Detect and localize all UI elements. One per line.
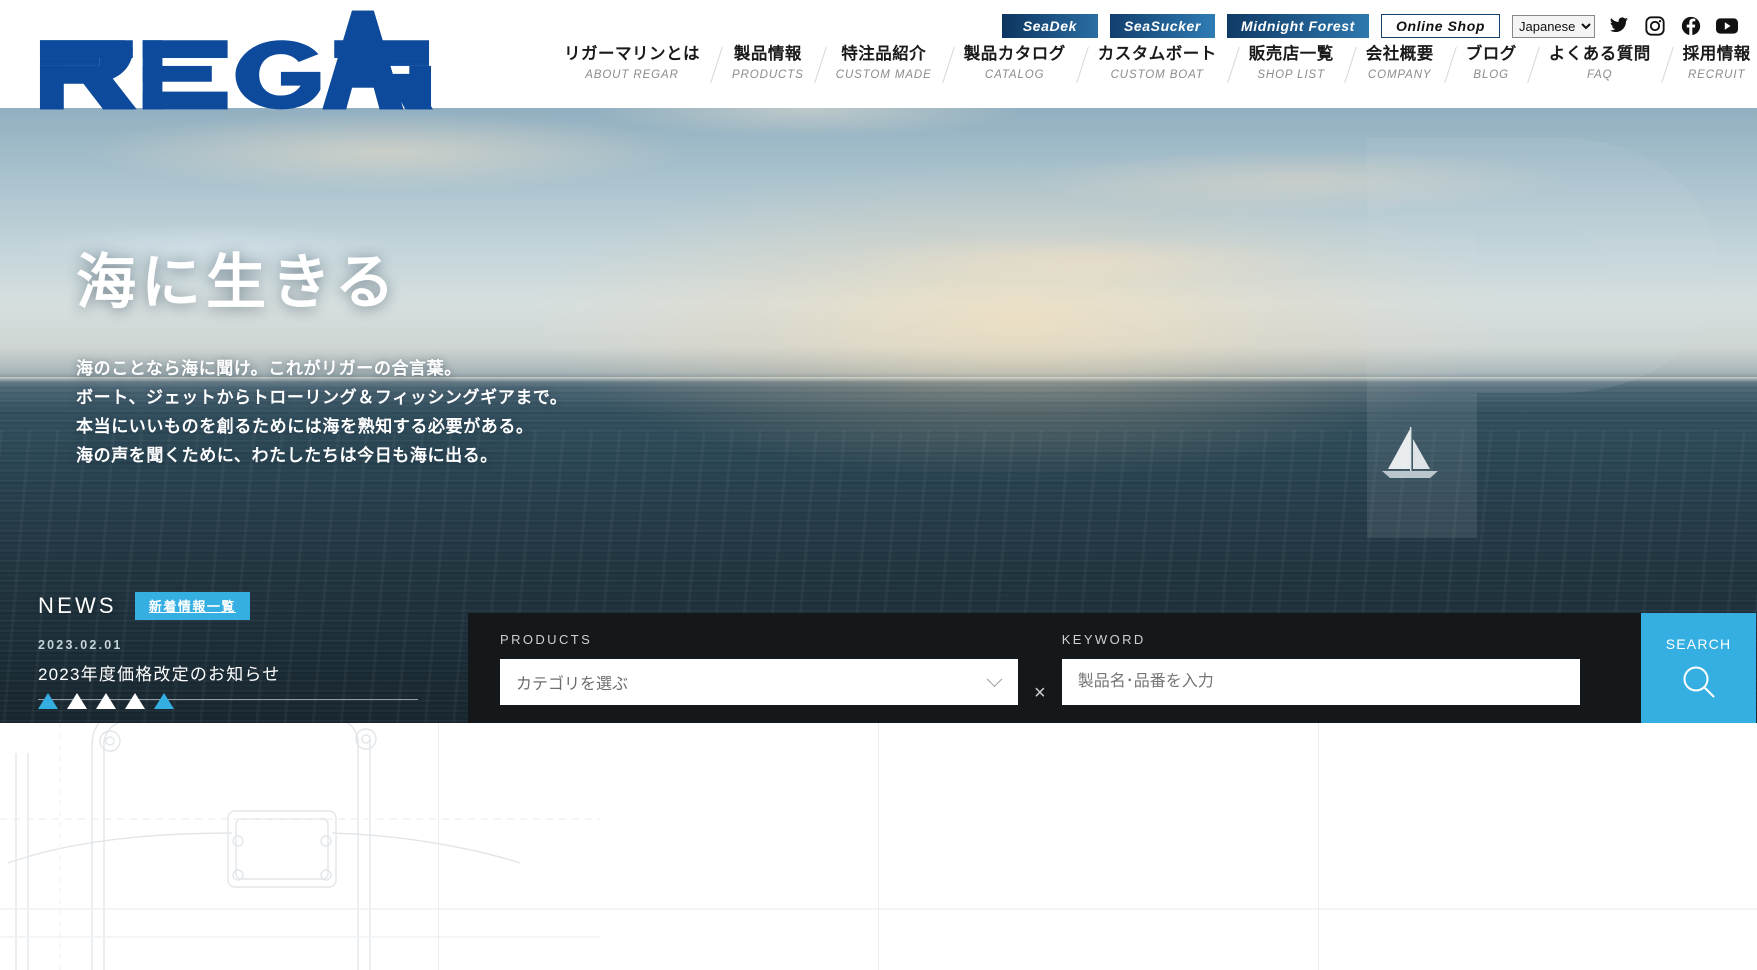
news-block: NEWS 新着情報一覧 2023.02.01 2023年度価格改定のお知らせ [38,592,428,700]
online-shop-button[interactable]: Online Shop [1380,14,1500,38]
instagram-icon[interactable] [1643,14,1667,38]
hero-line: 海の声を聞くために、わたしたちは今日も海に出る。 [76,446,498,465]
hero-copy: 海に生きる 海のことなら海に聞け。これがリガーの合言葉。 ボート、ジェットからト… [76,250,567,470]
nav-item-label-en: CUSTOM MADE [835,69,932,81]
hero-line: 本当にいいものを創るためには海を熟知する必要がある。 [76,417,534,436]
nav-item-label-en: PRODUCTS [732,69,804,81]
nav-item-label-ja: ブログ [1465,45,1517,63]
nav-item-label-en: COMPANY [1367,69,1432,81]
news-date: 2023.02.01 [38,638,123,652]
nav-item-label-en: ABOUT REGAR [585,69,679,81]
nav-item-label-ja: 特注品紹介 [841,45,927,63]
utility-bar: SeaDek SeaSucker Midnight Forest Online … [1001,13,1739,39]
main-navigation: リガーマリンとは ABOUT REGAR 製品情報 PRODUCTS 特注品紹介… [548,44,1757,82]
slider-dot[interactable] [96,693,116,709]
nav-item-custom-boat[interactable]: カスタムボート CUSTOM BOAT [1082,44,1233,82]
nav-item-recruit[interactable]: 採用情報 RECRUIT [1667,44,1757,82]
nav-item-about[interactable]: リガーマリンとは ABOUT REGAR [548,44,716,82]
nav-item-label-ja: 販売店一覧 [1248,45,1334,63]
seasucker-button[interactable]: SeaSucker [1109,14,1215,38]
nav-item-products[interactable]: 製品情報 PRODUCTS [716,44,820,82]
hero-description: 海のことなら海に聞け。これがリガーの合言葉。 ボート、ジェットからトローリング＆… [76,354,567,470]
nav-item-label-en: FAQ [1586,69,1613,81]
youtube-icon[interactable] [1715,14,1739,38]
nav-item-label-ja: よくある質問 [1548,45,1651,63]
hero-line: 海のことなら海に聞け。これがリガーの合言葉。 [76,359,462,378]
chevron-down-icon [986,670,1003,687]
nav-item-catalog[interactable]: 製品カタログ CATALOG [948,44,1082,82]
products-field-group: PRODUCTS カテゴリを選ぶ [500,632,1018,705]
blueprint-column-divider [438,723,439,970]
news-list-button[interactable]: 新着情報一覧 [134,592,250,620]
nav-item-label-en: RECRUIT [1687,69,1746,81]
category-select[interactable]: カテゴリを選ぶ [500,658,1018,705]
midnight-forest-button[interactable]: Midnight Forest [1226,14,1369,38]
blueprint-column-divider [878,723,879,970]
hero-line: ボート、ジェットからトローリング＆フィッシングギアまで。 [76,388,568,407]
twitter-icon[interactable] [1607,14,1631,38]
nav-item-company[interactable]: 会社概要 COMPANY [1350,44,1450,82]
nav-item-label-ja: カスタムボート [1097,45,1217,63]
category-select-placeholder: カテゴリを選ぶ [516,675,629,693]
product-search-panel: PRODUCTS カテゴリを選ぶ × KEYWORD SEARCH [468,613,1756,723]
regar-logo[interactable] [38,10,433,110]
search-icon [1681,664,1717,700]
search-fields: PRODUCTS カテゴリを選ぶ × KEYWORD [468,613,1641,723]
slider-indicators [38,693,174,709]
nav-item-blog[interactable]: ブログ BLOG [1450,44,1533,82]
nav-item-label-ja: 採用情報 [1682,45,1751,63]
nav-item-label-ja: リガーマリンとは [564,45,700,63]
search-button[interactable]: SEARCH [1641,613,1756,723]
news-header: NEWS 新着情報一覧 [38,592,428,620]
slider-dot[interactable] [125,693,145,709]
nav-item-faq[interactable]: よくある質問 FAQ [1533,44,1667,82]
keyword-label: KEYWORD [1061,631,1146,647]
news-label: NEWS [38,593,117,618]
nav-item-shop-list[interactable]: 販売店一覧 SHOP LIST [1233,44,1350,82]
nav-item-label-en: CUSTOM BOAT [1110,69,1204,81]
hero-title: 海に生きる [76,249,400,316]
sailboat-illustration [1382,427,1438,478]
seadek-button[interactable]: SeaDek [1001,14,1098,38]
keyword-input[interactable] [1061,658,1580,705]
nav-item-custom-made[interactable]: 特注品紹介 CUSTOM MADE [820,44,948,82]
nav-item-label-ja: 製品情報 [733,45,802,63]
page-root: SeaDek SeaSucker Midnight Forest Online … [0,0,1757,970]
nav-item-label-ja: 会社概要 [1365,45,1434,63]
language-select[interactable]: Japanese [1512,14,1595,38]
nav-item-label-en: CATALOG [984,69,1045,81]
blueprint-section [0,723,1757,970]
search-button-label: SEARCH [1665,636,1732,652]
nav-item-label-ja: 製品カタログ [963,45,1066,63]
products-label: PRODUCTS [500,631,593,647]
site-header: SeaDek SeaSucker Midnight Forest Online … [0,0,1757,110]
slider-dot[interactable] [38,693,58,709]
blueprint-column-divider [1318,723,1319,970]
keyword-field-group: KEYWORD [1061,631,1580,705]
slider-dot[interactable] [154,693,174,709]
nav-item-label-en: BLOG [1473,69,1509,81]
slider-dot[interactable] [67,693,87,709]
facebook-icon[interactable] [1679,14,1703,38]
field-separator: × [1034,682,1046,704]
nav-item-label-en: SHOP LIST [1257,69,1326,81]
